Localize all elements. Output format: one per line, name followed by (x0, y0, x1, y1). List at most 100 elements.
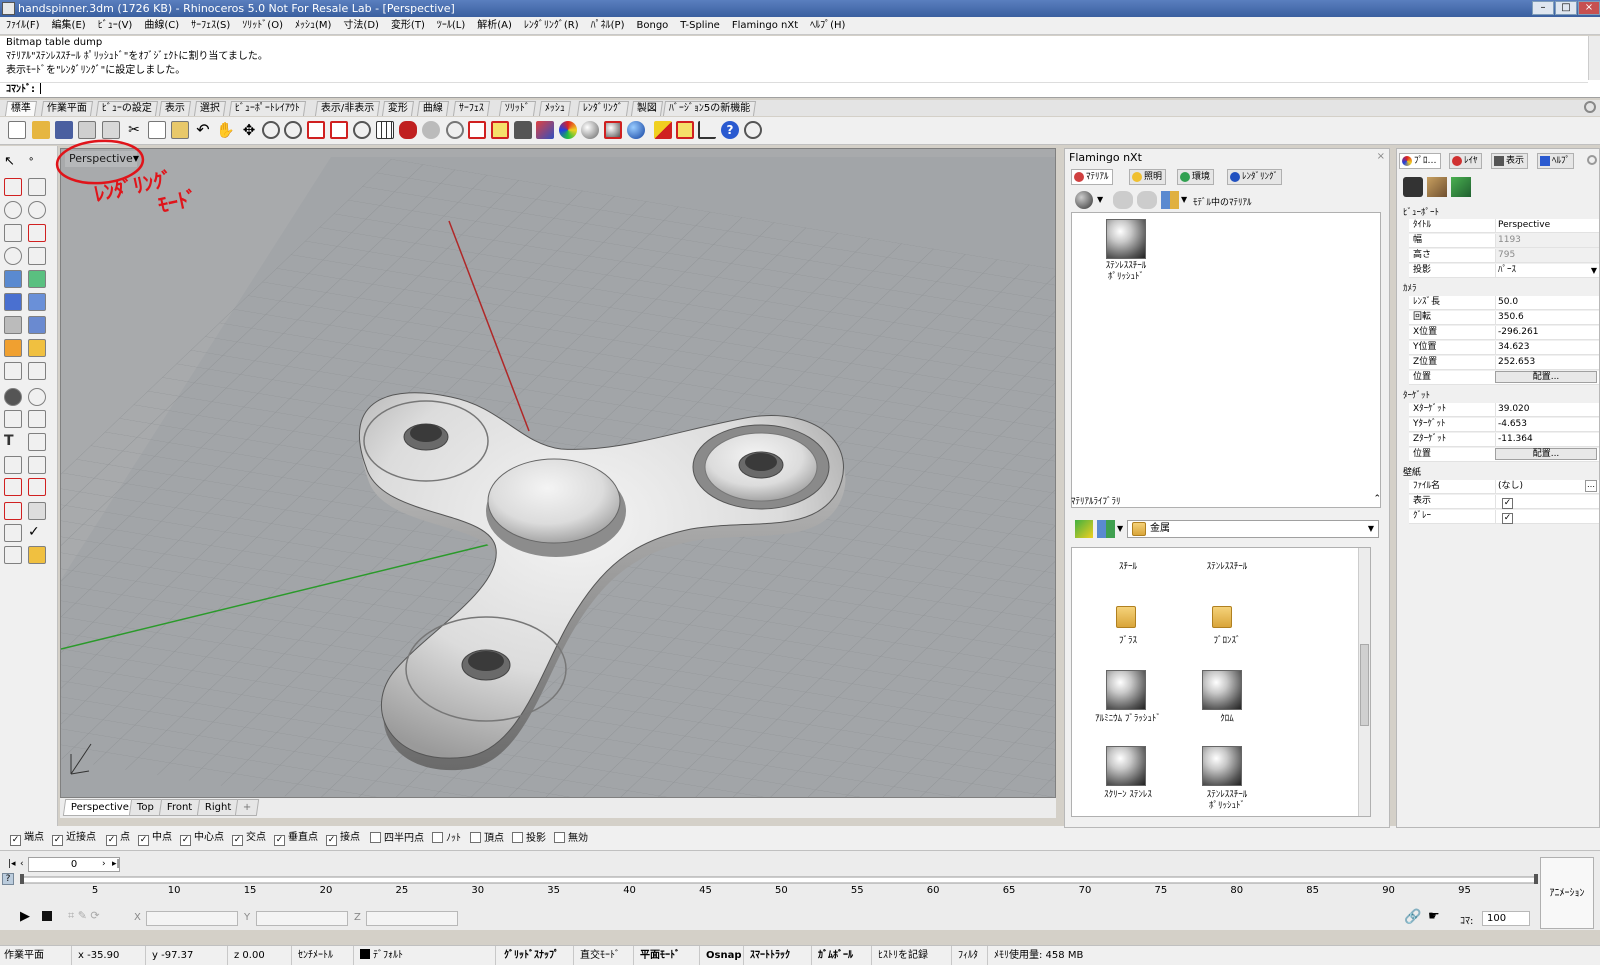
shaded-icon[interactable] (581, 121, 599, 139)
folder-icon[interactable] (1116, 606, 1136, 628)
layer-icon[interactable] (536, 121, 554, 139)
status-grid-snap[interactable]: ｸﾞﾘｯﾄﾞｽﾅｯﾌﾟ (500, 946, 574, 965)
hand-icon[interactable]: ☛ (1428, 909, 1440, 924)
menu-surface[interactable]: ｻｰﾌｪｽ(S) (185, 17, 236, 35)
add-material-icon[interactable] (1113, 191, 1133, 209)
menu-view[interactable]: ﾋﾞｭｰ(V) (92, 17, 139, 35)
tab-help[interactable]: ﾍﾙﾌﾟ (1537, 153, 1575, 169)
pan-icon[interactable]: ✋ (216, 121, 235, 139)
panel-close-icon[interactable]: × (1377, 151, 1385, 162)
car-icon[interactable] (399, 121, 417, 139)
cone-icon[interactable] (4, 546, 22, 564)
prop-ypos-value[interactable]: 34.623 (1495, 341, 1599, 354)
status-units[interactable]: ｾﾝﾁﾒｰﾄﾙ (294, 946, 354, 965)
prev-frame-icon[interactable]: ‹ (20, 859, 24, 869)
osnap-knot[interactable]: ﾉｯﾄ (432, 832, 461, 845)
help-small-icon[interactable]: ? (2, 873, 14, 885)
library-item-steel-label[interactable]: ｽﾁｰﾙ (1088, 562, 1168, 573)
menu-solid[interactable]: ｿﾘｯﾄﾞ(O) (236, 17, 289, 35)
status-filter[interactable]: ﾌｨﾙﾀ (954, 946, 988, 965)
chevron-down-icon[interactable]: ▼ (1591, 264, 1597, 277)
tab-display[interactable]: 表示 (1491, 153, 1529, 169)
scrollbar-thumb[interactable] (1360, 644, 1369, 726)
tab-solid-tools[interactable]: ｿﾘｯﾄﾞ (498, 101, 537, 116)
library-item-bronze-label[interactable]: ﾌﾞﾛﾝｽﾞ (1182, 636, 1272, 647)
paste-icon[interactable] (171, 121, 189, 139)
camera-place-button[interactable]: 配置... (1495, 371, 1597, 383)
undo-icon[interactable]: ↶ (194, 121, 212, 139)
stop-icon[interactable] (42, 911, 52, 921)
menu-edit[interactable]: 編集(E) (46, 17, 92, 35)
last-frame-icon[interactable]: ▸| (112, 859, 120, 869)
material-sphere-icon[interactable] (1075, 191, 1093, 209)
menu-panels[interactable]: ﾊﾟﾈﾙ(P) (585, 17, 631, 35)
material-thumbnail[interactable] (1106, 219, 1146, 259)
view-dropdown-icon[interactable]: ▼ (1181, 195, 1187, 204)
prop-zpos-value[interactable]: 252.653 (1495, 356, 1599, 369)
new-icon[interactable] (8, 121, 26, 139)
dimension-tool-icon[interactable] (28, 433, 46, 451)
edit-points-icon[interactable] (28, 456, 46, 474)
menu-render[interactable]: ﾚﾝﾀﾞﾘﾝｸﾞ(R) (518, 17, 585, 35)
library-scrollbar[interactable] (1358, 548, 1370, 816)
menu-help[interactable]: ﾍﾙﾌﾟ(H) (804, 17, 851, 35)
prop-projection-select[interactable]: ﾊﾟｰｽ (1495, 264, 1599, 277)
tab-top[interactable]: Top (128, 799, 163, 816)
material-name[interactable]: ｽﾃﾝﾚｽｽﾁｰﾙ ﾎﾟﾘｯｼｭﾄﾞ (1082, 261, 1170, 283)
menu-transform[interactable]: 変形(T) (385, 17, 431, 35)
light-bulb-icon[interactable] (1427, 177, 1447, 197)
mesh-icon[interactable] (28, 316, 46, 334)
menu-flamingo[interactable]: Flamingo nXt (726, 17, 804, 35)
viewport-scene[interactable] (61, 149, 1056, 798)
osnap-near[interactable]: ✓ 近接点 (52, 832, 96, 846)
maximize-button[interactable]: □ (1555, 1, 1577, 15)
analyze-icon[interactable] (28, 478, 46, 496)
boolean-icon[interactable] (28, 293, 46, 311)
scale-icon[interactable] (4, 524, 22, 542)
prop-lens-value[interactable]: 50.0 (1495, 296, 1599, 309)
osnap-perpendicular[interactable]: ✓ 垂直点 (274, 832, 318, 846)
cylinder-icon[interactable] (4, 316, 22, 334)
tab-visibility[interactable]: 表示/非表示 (314, 101, 381, 116)
target-place-button[interactable]: 配置... (1495, 448, 1597, 460)
material-thumbnail[interactable] (1106, 746, 1146, 786)
tab-front[interactable]: Front (158, 799, 201, 816)
timeline-ruler[interactable] (20, 874, 1538, 884)
status-planar[interactable]: 平面ﾓｰﾄﾞ (636, 946, 700, 965)
fillet-curve-icon[interactable] (28, 247, 46, 265)
status-ortho[interactable]: 直交ﾓｰﾄﾞ (576, 946, 634, 965)
library-item-chrome-label[interactable]: ｸﾛﾑ (1182, 714, 1272, 725)
box-icon[interactable] (4, 293, 22, 311)
zoom-window-icon[interactable] (307, 121, 325, 139)
block-icon[interactable] (28, 502, 46, 520)
koma-input[interactable]: 100 (1482, 911, 1530, 926)
osnap-disable[interactable]: 無効 (554, 832, 588, 845)
link-icon[interactable]: 🔗 (1404, 909, 1421, 925)
light-icon[interactable] (491, 121, 509, 139)
library-item-aluminum-label[interactable]: ｱﾙﾐﾆｳﾑ ﾌﾞﾗｯｼｭﾄﾞ (1078, 714, 1178, 725)
status-osnap[interactable]: Osnap (702, 946, 744, 965)
target-icon[interactable] (744, 121, 762, 139)
osnap-end[interactable]: ✓ 端点 (10, 832, 44, 846)
material-thumbnail[interactable] (1106, 670, 1146, 710)
collapse-icon[interactable]: ⌃ (1373, 494, 1381, 504)
select-arrow-icon[interactable]: ↖ (4, 154, 22, 172)
status-layer[interactable]: ﾃﾞﾌｫﾙﾄ (356, 946, 496, 965)
zoom-icon[interactable] (284, 121, 302, 139)
library-view-icon[interactable] (1097, 520, 1115, 538)
point-icon[interactable]: ∘ (28, 154, 46, 172)
tab-transform[interactable]: 変形 (381, 101, 415, 116)
osnap-quad[interactable]: 四半円点 (370, 832, 424, 845)
menu-mesh[interactable]: ﾒｯｼｭ(M) (289, 17, 337, 35)
menu-bongo[interactable]: Bongo (631, 17, 675, 35)
open-icon[interactable] (32, 121, 50, 139)
tab-perspective[interactable]: Perspective (62, 799, 138, 816)
library-folder-select[interactable]: 金属 ▼ (1127, 520, 1379, 538)
tab-drafting[interactable]: 製図 (630, 101, 664, 116)
tab-display[interactable]: 表示 (158, 101, 192, 116)
camera-icon[interactable] (1403, 177, 1423, 197)
polygon-icon[interactable] (4, 247, 22, 265)
add-viewport-icon[interactable]: + (234, 799, 260, 816)
menu-curve[interactable]: 曲線(C) (138, 17, 185, 35)
paint-icon[interactable] (28, 546, 46, 564)
